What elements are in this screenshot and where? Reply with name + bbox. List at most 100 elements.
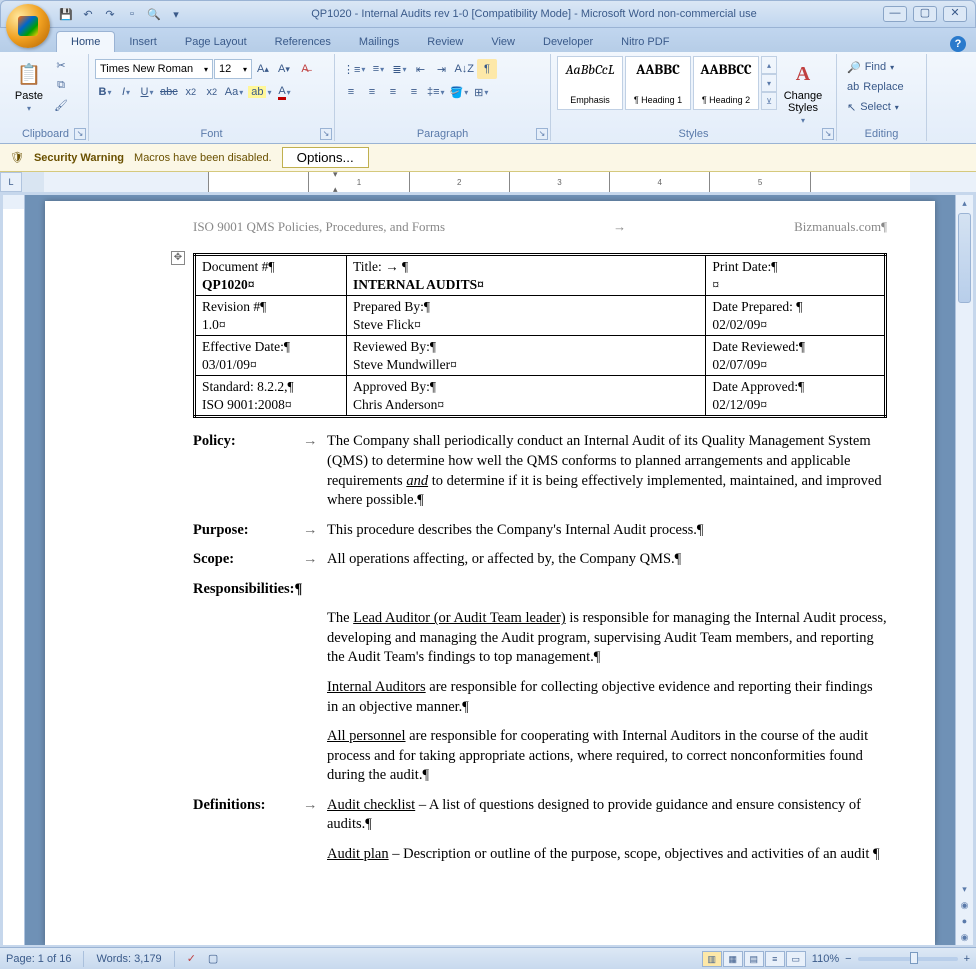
office-button[interactable]: [6, 4, 50, 48]
font-name-combo[interactable]: Times New Roman▾: [95, 59, 213, 79]
tab-references[interactable]: References: [261, 32, 345, 52]
styles-up-icon[interactable]: ▴: [761, 56, 777, 74]
next-page-icon[interactable]: ◉: [956, 929, 973, 945]
cut-icon[interactable]: ✂: [51, 56, 71, 74]
font-size-combo[interactable]: 12▾: [214, 59, 252, 79]
tab-view[interactable]: View: [477, 32, 529, 52]
tab-insert[interactable]: Insert: [115, 32, 171, 52]
tab-page-layout[interactable]: Page Layout: [171, 32, 261, 52]
macro-record-icon[interactable]: ▢: [208, 952, 218, 965]
paragraph-dialog-launcher[interactable]: ↘: [536, 128, 548, 140]
justify-button[interactable]: ≡: [404, 82, 424, 102]
tab-selector[interactable]: L: [0, 172, 22, 192]
save-icon[interactable]: 💾: [57, 5, 75, 23]
vertical-ruler[interactable]: [3, 195, 25, 945]
highlight-button[interactable]: ab: [246, 82, 273, 102]
format-painter-icon[interactable]: 🖌: [51, 96, 71, 114]
shrink-font-icon[interactable]: A▾: [274, 59, 294, 79]
status-words[interactable]: Words: 3,179: [96, 953, 161, 965]
minimize-button[interactable]: —: [883, 6, 907, 22]
help-icon[interactable]: ?: [950, 36, 966, 52]
align-center-button[interactable]: ≡: [362, 82, 382, 102]
style-emphasis[interactable]: AaBbCcLEmphasis: [557, 56, 623, 110]
align-left-button[interactable]: ≡: [341, 82, 361, 102]
security-message: Macros have been disabled.: [134, 152, 272, 164]
horizontal-ruler[interactable]: 12345: [44, 172, 976, 192]
paste-button[interactable]: 📋 Paste ▾: [9, 56, 49, 117]
undo-icon[interactable]: ↶: [79, 5, 97, 23]
browse-object-icon[interactable]: ●: [956, 913, 973, 929]
close-button[interactable]: ✕: [943, 6, 967, 22]
font-color-button[interactable]: A: [275, 82, 295, 102]
tab-mailings[interactable]: Mailings: [345, 32, 413, 52]
zoom-slider[interactable]: [858, 957, 958, 961]
subscript-button[interactable]: x2: [181, 82, 201, 102]
change-case-button[interactable]: Aa: [223, 82, 245, 102]
styles-down-icon[interactable]: ▾: [761, 74, 777, 92]
full-screen-view-icon[interactable]: ▦: [723, 951, 743, 967]
tab-nitro-pdf[interactable]: Nitro PDF: [607, 32, 683, 52]
superscript-button[interactable]: x2: [202, 82, 222, 102]
scroll-down-icon[interactable]: ▾: [956, 881, 973, 897]
multilevel-list-button[interactable]: ≣: [389, 59, 409, 79]
borders-button[interactable]: ⊞: [471, 82, 491, 102]
zoom-out-button[interactable]: −: [845, 953, 851, 965]
show-marks-button[interactable]: ¶: [477, 59, 497, 79]
grow-font-icon[interactable]: A▴: [253, 59, 273, 79]
bold-button[interactable]: B: [95, 82, 115, 102]
select-button[interactable]: ↖Select ▾: [843, 98, 903, 116]
tab-review[interactable]: Review: [413, 32, 477, 52]
replace-button[interactable]: abReplace: [843, 78, 908, 96]
preview-icon[interactable]: 🔍: [145, 5, 163, 23]
font-size-value: 12: [219, 63, 231, 75]
line-spacing-button[interactable]: ‡≡: [425, 82, 447, 102]
scroll-up-icon[interactable]: ▴: [956, 195, 973, 211]
bullets-button[interactable]: ⋮≡: [341, 59, 367, 79]
tab-home[interactable]: Home: [56, 31, 115, 52]
sort-button[interactable]: A↓Z: [452, 59, 476, 79]
styles-more-icon[interactable]: ⊻: [761, 92, 777, 110]
italic-button[interactable]: I: [116, 82, 136, 102]
web-layout-view-icon[interactable]: ▤: [744, 951, 764, 967]
qat-more-icon[interactable]: ▾: [167, 5, 185, 23]
change-styles-label: Change Styles: [777, 90, 829, 114]
resp-label: Responsibilities:¶: [193, 580, 302, 600]
clear-formatting-icon[interactable]: A̶: [295, 59, 315, 79]
header-table: Document #¶QP1020¤ Title: → ¶INTERNAL AU…: [193, 253, 887, 418]
shading-button[interactable]: 🪣: [448, 82, 471, 102]
new-icon[interactable]: ▫: [123, 5, 141, 23]
strikethrough-button[interactable]: abc: [158, 82, 180, 102]
underline-button[interactable]: U: [137, 82, 157, 102]
styles-gallery[interactable]: AaBbCcLEmphasis AABBC¶ Heading 1 AABBCC¶…: [557, 56, 777, 110]
change-styles-button[interactable]: A Change Styles ▾: [777, 56, 829, 129]
decrease-indent-button[interactable]: ⇤: [410, 59, 430, 79]
redo-icon[interactable]: ↷: [101, 5, 119, 23]
align-right-button[interactable]: ≡: [383, 82, 403, 102]
titlebar: 💾 ↶ ↷ ▫ 🔍 ▾ QP1020 - Internal Audits rev…: [0, 0, 976, 28]
zoom-in-button[interactable]: +: [964, 953, 970, 965]
table-move-handle[interactable]: ✥: [171, 251, 185, 265]
styles-dialog-launcher[interactable]: ↘: [822, 128, 834, 140]
spellcheck-icon[interactable]: ✓: [187, 952, 196, 965]
quick-access-toolbar: 💾 ↶ ↷ ▫ 🔍 ▾: [57, 5, 185, 23]
find-button[interactable]: 🔎Find ▾: [843, 58, 898, 76]
print-layout-view-icon[interactable]: ▥: [702, 951, 722, 967]
draft-view-icon[interactable]: ▭: [786, 951, 806, 967]
maximize-button[interactable]: ▢: [913, 6, 937, 22]
font-dialog-launcher[interactable]: ↘: [320, 128, 332, 140]
zoom-level[interactable]: 110%: [812, 953, 839, 965]
status-page[interactable]: Page: 1 of 16: [6, 953, 71, 965]
vertical-scrollbar[interactable]: ▴ ▾ ◉ ● ◉: [955, 195, 973, 945]
numbering-button[interactable]: ≡: [368, 59, 388, 79]
copy-icon[interactable]: ⧉: [51, 76, 71, 94]
scroll-thumb[interactable]: [958, 213, 971, 303]
outline-view-icon[interactable]: ≡: [765, 951, 785, 967]
style-heading1[interactable]: AABBC¶ Heading 1: [625, 56, 691, 110]
style-heading2[interactable]: AABBCC¶ Heading 2: [693, 56, 759, 110]
security-options-button[interactable]: Options...: [282, 147, 369, 168]
document-area[interactable]: ISO 9001 QMS Policies, Procedures, and F…: [25, 195, 955, 945]
prev-page-icon[interactable]: ◉: [956, 897, 973, 913]
clipboard-dialog-launcher[interactable]: ↘: [74, 128, 86, 140]
increase-indent-button[interactable]: ⇥: [431, 59, 451, 79]
tab-developer[interactable]: Developer: [529, 32, 607, 52]
